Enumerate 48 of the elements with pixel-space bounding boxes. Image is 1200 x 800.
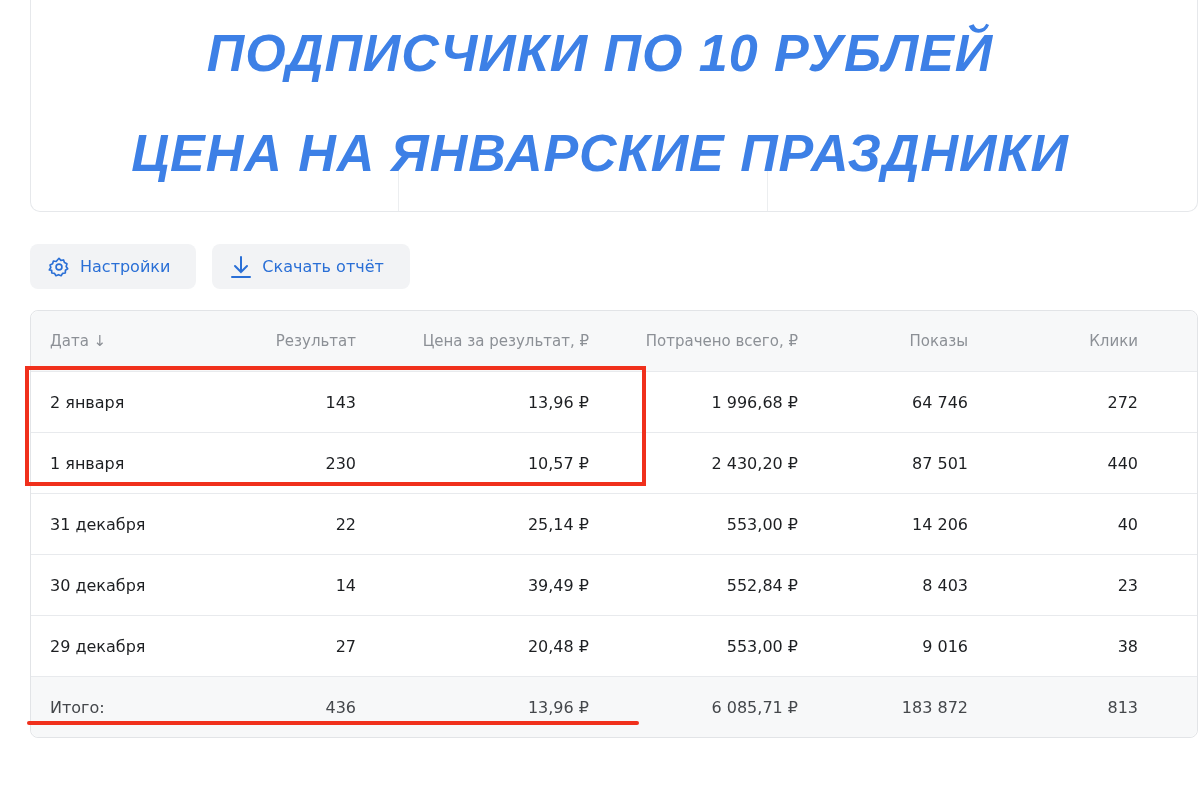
column-header: Цена за результат, ₽ xyxy=(422,332,589,350)
table-cell: 2 430,20 ₽ xyxy=(711,453,798,473)
table-cell: 20,48 ₽ xyxy=(527,636,589,656)
table-cell: 1 996,68 ₽ xyxy=(711,392,798,412)
column-header: Результат xyxy=(275,332,356,350)
column-header[interactable]: Дата ↓ xyxy=(50,332,107,350)
total-cell: Итого: xyxy=(50,697,105,717)
table-cell: 440 xyxy=(1107,453,1138,473)
total-cell: 436 xyxy=(325,697,356,717)
settings-button[interactable]: Настройки xyxy=(30,244,197,289)
column-header: Потрачено всего, ₽ xyxy=(645,332,798,350)
table-cell: 1 января xyxy=(50,453,125,473)
table-cell: 13,96 ₽ xyxy=(527,392,589,412)
table-cell: 230 xyxy=(325,453,356,473)
table-cell: 25,14 ₽ xyxy=(527,514,589,534)
column-header: Клики xyxy=(1089,332,1138,350)
table-cell: 31 декабря xyxy=(50,514,146,534)
column-header: Показы xyxy=(909,332,968,350)
table-cell: 8 403 xyxy=(922,575,968,595)
table-cell: 39,49 ₽ xyxy=(527,575,589,595)
table-cell: 23 xyxy=(1117,575,1138,595)
table-cell: 29 декабря xyxy=(50,636,146,656)
table-cell: 553,00 ₽ xyxy=(726,636,798,656)
headline: ЦЕНА НА ЯНВАРСКИЕ ПРАЗДНИКИ xyxy=(131,123,1069,184)
table-cell: 10,57 ₽ xyxy=(527,453,589,473)
table-cell: 14 xyxy=(335,575,356,595)
total-cell: 813 xyxy=(1107,697,1138,717)
gear-icon xyxy=(48,255,70,278)
table-cell: 64 746 xyxy=(912,392,968,412)
download-icon xyxy=(230,254,253,279)
table-cell: 87 501 xyxy=(912,453,968,473)
table-cell: 552,84 ₽ xyxy=(726,575,798,595)
table-cell: 22 xyxy=(335,514,356,534)
total-cell: 183 872 xyxy=(901,697,968,717)
table-cell: 40 xyxy=(1117,514,1138,534)
table-cell: 143 xyxy=(325,392,356,412)
download-button[interactable]: Скачать отчёт xyxy=(212,244,410,289)
total-cell: 13,96 ₽ xyxy=(527,697,589,717)
total-cell: 6 085,71 ₽ xyxy=(711,697,798,717)
table-cell: 38 xyxy=(1117,636,1138,656)
table-cell: 14 206 xyxy=(912,514,968,534)
table-cell: 30 декабря xyxy=(50,575,146,595)
table-cell: 553,00 ₽ xyxy=(726,514,798,534)
table-cell: 9 016 xyxy=(922,636,968,656)
table-cell: 272 xyxy=(1107,392,1138,412)
table-cell: 27 xyxy=(335,636,356,656)
headline: ПОДПИСЧИКИ ПО 10 РУБЛЕЙ xyxy=(206,23,994,84)
table-cell: 2 января xyxy=(50,392,125,412)
